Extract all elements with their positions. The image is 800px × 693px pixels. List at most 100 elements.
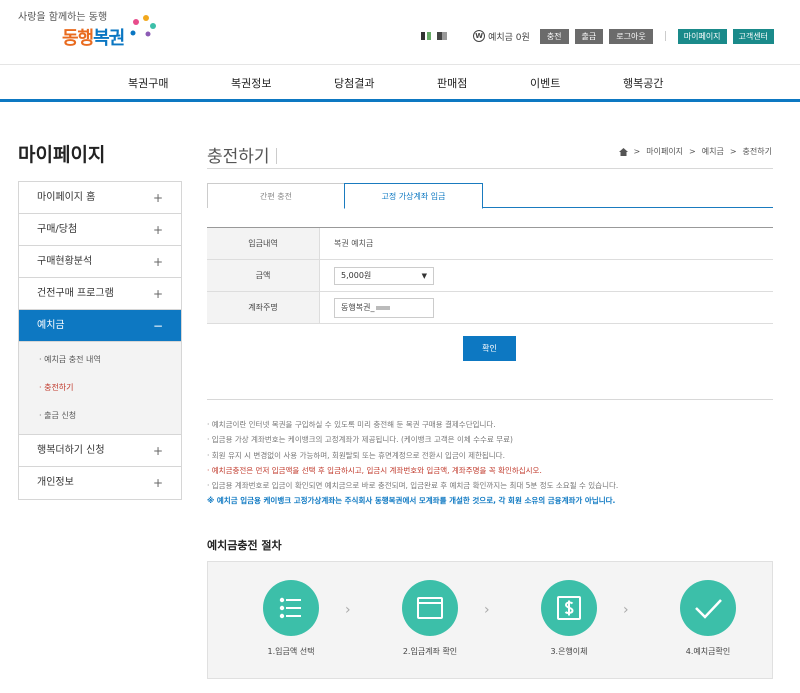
nav-item-info[interactable]: 복권정보 [231,75,271,91]
notice-item-warning: · 예치금충전은 먼저 입금액을 선택 후 입금하시고, 입금시 계좌번호와 입… [207,465,542,475]
account-holder-input[interactable]: 동행복권_ [334,297,434,318]
plus-icon: + [152,191,163,205]
utility-bar: W 예치금 0원 충전 출금 로그아웃 마이페이지 고객센터 [421,28,774,44]
step-label: 3.은행이체 [550,647,588,656]
tab-virtual-account[interactable]: 고정 가상계좌 입금 [344,183,483,209]
sidebar-item-label: 구매/당첨 [37,224,78,235]
sidebar-item-label: 행복더하기 신청 [37,445,105,456]
wallet-text: 예치금 0원 [488,32,530,43]
check-icon [695,599,722,619]
masked-text [376,305,391,310]
sidebar-item-healthy-program[interactable]: 건전구매 프로그램 + [19,278,181,310]
minus-icon: − [152,319,163,333]
section-divider [207,399,773,400]
window-icon [417,597,443,619]
amount-select[interactable]: 5,000원 ▼ [334,266,434,285]
plus-icon: + [152,255,163,269]
sidebar-item-label: 구매현황분석 [37,256,93,267]
plus-icon: + [152,476,163,490]
mypage-button[interactable]: 마이페이지 [677,28,727,44]
sidebar-item-analysis[interactable]: 구매현황분석 + [19,246,181,278]
logo-name: 동행복권 [62,24,125,50]
charge-button[interactable]: 충전 [539,28,569,44]
sidebar-sub-withdraw[interactable]: · 출금 신청 [19,402,181,430]
step-label: 4.예치금확인 [685,647,731,656]
sidebar-item-deposit[interactable]: 예치금 − [19,310,181,342]
process-step-4: 4.예치금확인 [658,580,758,657]
charge-tabs: 간편 충전 고정 가상계좌 입금 [207,183,773,209]
english-flag-icon[interactable] [437,32,448,40]
sidebar-title: 마이페이지 [18,144,106,166]
list-icon [279,597,301,619]
notice-item-highlight: ※ 예치금 입금용 케이뱅크 고정가상계좌는 주식회사 동행복권에서 모계좌를 … [207,496,616,506]
page-title-text: 충전하기 [207,147,270,167]
plus-icon: + [152,444,163,458]
home-icon[interactable] [618,147,628,156]
form-label: 입금내역 [207,228,320,259]
title-underline [207,168,773,169]
process-step-2: 2.입금계좌 확인 [380,580,480,657]
nav-item-buy[interactable]: 복권구매 [128,75,168,91]
nav-item-events[interactable]: 이벤트 [530,75,560,91]
wallet-icon: W [473,30,486,42]
notice-item: · 입금용 가상 계좌번호는 케이뱅크의 고정계좌가 제공됩니다. (케이뱅크 … [207,435,513,445]
process-title: 예치금충전 절차 [207,539,282,552]
plus-icon: + [152,223,163,237]
form-label: 계좌주명 [207,292,320,323]
sidebar-item-label: 마이페이지 홈 [37,192,96,203]
sidebar-item-profile[interactable]: 개인정보 + [19,467,181,499]
header: 사랑을 함께하는 동행 동행복권 W 예치금 0원 충전 출금 로그아웃 마이페… [0,0,800,64]
notice-item: · 회원 유지 시 변경없이 사용 가능하며, 회원탈퇴 또는 휴면계정으로 전… [207,450,505,460]
logout-button[interactable]: 로그아웃 [609,28,653,44]
breadcrumb-separator: > [729,147,737,156]
notice-item: · 입금용 계좌번호로 입금이 확인되면 예치금으로 바로 충전되며, 입금완료… [207,481,619,491]
account-holder-value: 동행복권_ [341,303,375,312]
tab-easy-charge[interactable]: 간편 충전 [207,183,345,208]
step-label: 1.입금액 선택 [267,647,315,656]
form-value: 복권 예치금 [334,239,374,248]
breadcrumb-item[interactable]: 마이페이지 [646,146,683,157]
korean-flag-icon[interactable] [421,32,432,40]
breadcrumb-item[interactable]: 예치금 [702,146,724,157]
step-label: 2.입금계좌 확인 [402,647,458,656]
chevron-right-icon: › [623,602,629,618]
util-divider [664,31,666,41]
nav-item-stores[interactable]: 판매점 [437,75,467,91]
step-circle [680,580,736,636]
sidebar-item-happy-plus[interactable]: 행복더하기 신청 + [19,435,181,467]
form-row-deposit-type: 입금내역 복권 예치금 [207,228,773,260]
sidebar-sub-deposit-history[interactable]: · 예치금 충전 내역 [19,346,181,374]
nav-item-happy[interactable]: 행복공간 [623,75,663,91]
process-step-1: 1.입금액 선택 [241,580,341,657]
confirm-button[interactable]: 확인 [463,336,516,361]
support-button[interactable]: 고객센터 [732,28,774,44]
chevron-right-icon: › [484,602,490,618]
form-label: 금액 [207,260,320,291]
page-title: 충전하기 [207,142,277,167]
breadcrumb-separator: > [633,147,641,156]
sidebar-sub-charge[interactable]: · 충전하기 [19,374,181,402]
sidebar-item-home[interactable]: 마이페이지 홈 + [19,182,181,214]
notice-item: · 예치금이란 인터넷 복권을 구입하실 수 있도록 미리 충전해 둔 복권 구… [207,420,496,429]
sidebar-item-label: 예치금 [37,320,65,331]
logo-name-part1: 동행 [62,28,94,49]
logo[interactable]: 사랑을 함께하는 동행 동행복권 [18,8,156,50]
title-divider [275,148,277,164]
withdraw-button[interactable]: 출금 [574,28,604,44]
logo-name-part2: 복권 [93,28,125,49]
process-step-3: 3.은행이체 [519,580,619,657]
form-row-amount: 금액 5,000원 ▼ [207,260,773,292]
sidebar-item-purchase[interactable]: 구매/당첨 + [19,214,181,246]
breadcrumb-separator: > [689,147,696,156]
step-circle [541,580,597,636]
main-nav: 복권구매 복권정보 당첨결과 판매점 이벤트 행복공간 [0,64,800,102]
nav-item-results[interactable]: 당첨결과 [334,75,374,91]
logo-burst-icon [130,15,156,37]
sidebar-item-label: 건전구매 프로그램 [37,288,114,299]
form-value-cell: 5,000원 ▼ [320,260,773,291]
form-row-account-holder: 계좌주명 동행복권_ [207,292,773,324]
sidebar-submenu: · 예치금 충전 내역 · 충전하기 · 출금 신청 [19,342,181,435]
process-steps: 1.입금액 선택 › 2.입금계좌 확인 › 3.은행이체 › 4.예치금확인 [207,561,773,679]
plus-icon: + [152,287,163,301]
chevron-right-icon: › [345,602,351,618]
